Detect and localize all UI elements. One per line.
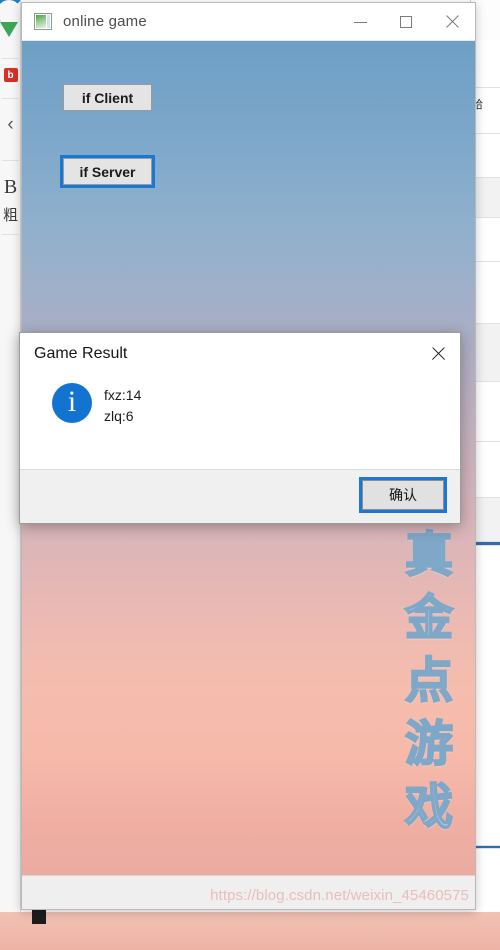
close-icon	[445, 15, 459, 29]
sidebar-item-red-badge[interactable]: b	[0, 62, 21, 88]
chinese-bold-icon: 粗	[2, 205, 18, 224]
chrome-icon	[0, 22, 18, 37]
vertical-title-char: 戏	[404, 779, 454, 835]
sidebar-divider	[2, 98, 19, 99]
if-server-button[interactable]: if Server	[60, 155, 155, 188]
close-icon	[431, 347, 445, 361]
screen-root: b ‹ B 粗 哈 online game if Client if Serve…	[0, 0, 500, 950]
maximize-icon	[400, 16, 412, 28]
game-result-dialog: Game Result i fxz:14 zlq:6 确认	[19, 332, 461, 524]
confirm-button[interactable]: 确认	[359, 477, 447, 513]
maximize-button[interactable]	[383, 3, 429, 41]
dialog-footer: 确认	[20, 469, 460, 523]
minimize-button[interactable]	[337, 3, 383, 41]
window-title: online game	[63, 13, 147, 30]
if-client-button[interactable]: if Client	[63, 84, 152, 111]
dialog-title: Game Result	[34, 345, 128, 362]
sidebar-divider	[2, 234, 19, 235]
dialog-body: i fxz:14 zlq:6	[20, 369, 460, 471]
window-titlebar[interactable]: online game	[22, 3, 475, 41]
sidebar-item-bold[interactable]: B	[0, 175, 21, 199]
chevron-left-icon: ‹	[7, 114, 14, 135]
bold-b-icon: B	[3, 175, 18, 198]
sidebar-item-internet-explorer[interactable]	[0, 0, 21, 48]
sidebar-divider	[2, 160, 19, 161]
red-badge-icon: b	[3, 68, 18, 82]
sidebar-item-chinese-bold[interactable]: 粗	[0, 203, 21, 225]
watermark-text: https://blog.csdn.net/weixin_45460575	[210, 887, 469, 904]
close-button[interactable]	[429, 3, 475, 41]
vertical-title-char: 游	[404, 716, 454, 772]
dialog-message: fxz:14 zlq:6	[104, 387, 142, 424]
game-vertical-title: 真 金 点 游 戏	[404, 527, 454, 835]
vertical-title-char: 点	[404, 653, 454, 709]
sidebar-item-back[interactable]: ‹	[0, 112, 21, 138]
desktop-icon	[32, 910, 46, 924]
browser-left-sidebar: b ‹ B 粗	[0, 0, 21, 950]
desktop-background	[0, 912, 500, 950]
vertical-title-char: 金	[404, 590, 454, 646]
java-app-icon	[34, 13, 52, 30]
window-statusbar: https://blog.csdn.net/weixin_45460575	[22, 875, 475, 909]
window-controls	[337, 3, 475, 41]
dialog-close-button[interactable]	[424, 341, 452, 367]
minimize-icon	[353, 21, 367, 23]
info-icon: i	[52, 383, 92, 423]
sidebar-divider	[2, 58, 19, 59]
vertical-title-char: 真	[404, 527, 454, 583]
